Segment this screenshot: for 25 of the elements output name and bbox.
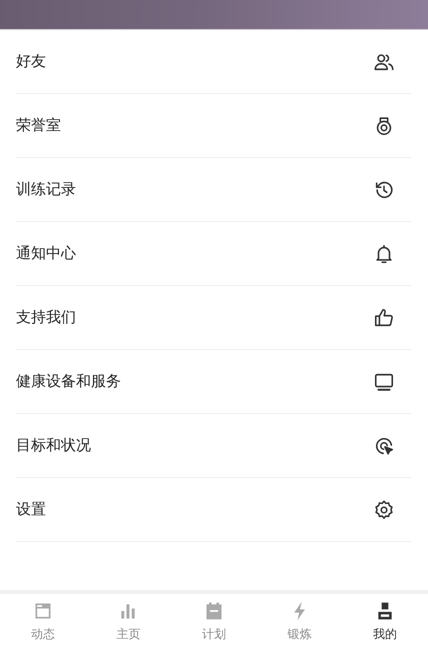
menu-item[interactable]: 通知中心 xyxy=(16,222,411,286)
menu-item-label: 通知中心 xyxy=(16,244,76,263)
menu-item[interactable]: 设置 xyxy=(16,478,411,542)
nav-tab[interactable]: 主页 xyxy=(86,594,172,650)
menu-item-label: 健康设备和服务 xyxy=(16,372,121,391)
menu-item-label: 设置 xyxy=(16,500,46,519)
menu-item[interactable]: 训练记录 xyxy=(16,158,411,222)
nav-tab[interactable]: 锻炼 xyxy=(256,594,342,650)
menu-item[interactable]: 荣誉室 xyxy=(16,94,411,158)
settings-icon xyxy=(373,498,395,520)
card-icon xyxy=(32,601,53,621)
thumbs-up-icon xyxy=(373,306,395,328)
nav-tab[interactable]: 计划 xyxy=(171,594,257,650)
menu-item-label: 荣誉室 xyxy=(16,116,61,135)
menu-item-label: 支持我们 xyxy=(16,308,76,327)
menu-item-label: 好友 xyxy=(16,52,46,71)
menu-item-label: 目标和状况 xyxy=(16,436,91,455)
calendar-icon xyxy=(204,601,224,621)
menu-item[interactable]: 目标和状况 xyxy=(16,414,411,478)
menu-item-label: 训练记录 xyxy=(16,180,76,199)
menu-item[interactable]: 健康设备和服务 xyxy=(16,350,411,414)
menu-item[interactable]: 支持我们 xyxy=(16,286,411,350)
menu-item[interactable]: 好友 xyxy=(16,30,411,94)
nav-tab[interactable]: 动态 xyxy=(0,594,86,650)
nav-tab[interactable]: 我的 xyxy=(342,594,428,650)
